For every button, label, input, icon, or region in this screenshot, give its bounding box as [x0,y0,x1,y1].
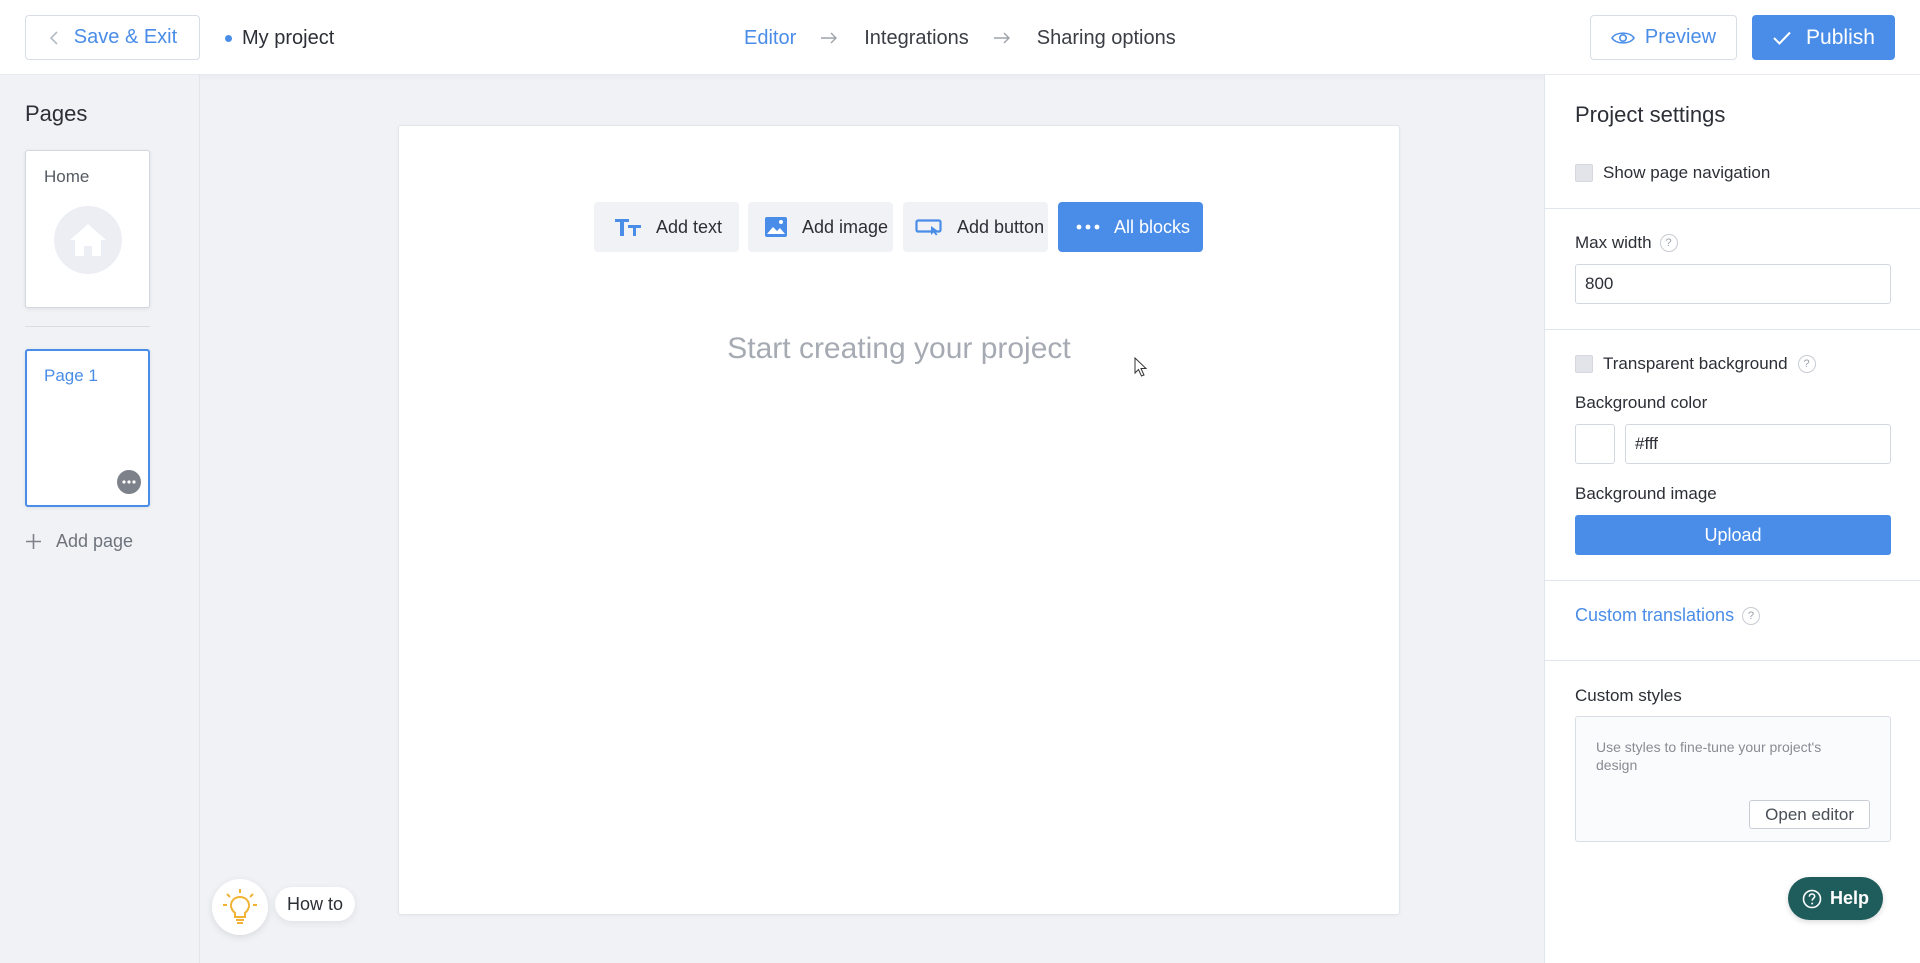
show-page-navigation-toggle[interactable]: Show page navigation [1575,163,1770,183]
how-to-button[interactable] [212,879,268,935]
transparent-bg-label: Transparent background [1603,354,1788,373]
add-button-button[interactable]: Add button [903,202,1048,252]
page-thumbnail-page-1[interactable]: Page 1 [25,349,150,507]
all-blocks-label: All blocks [1114,216,1191,237]
project-name: My project [225,26,334,50]
save-exit-label: Save & Exit [73,26,178,48]
help-button[interactable]: Help [1788,877,1883,920]
section-divider [1545,660,1920,661]
show-nav-label: Show page navigation [1603,163,1771,182]
page-thumbnail-label: Home [44,167,90,186]
check-icon [1773,31,1791,45]
help-label: Help [1829,888,1869,908]
project-name-label: My project [242,26,335,49]
transparent-bg-checkbox[interactable] [1575,355,1593,373]
add-button-label: Add button [957,216,1045,237]
background-color-swatch[interactable] [1575,424,1615,464]
add-page-button[interactable]: Add page [25,531,133,552]
project-settings-panel: Project settings Show page navigation Ma… [1544,75,1920,963]
add-page-label: Add page [56,531,134,551]
section-divider [1545,580,1920,581]
arrow-right-icon [821,32,838,44]
help-tooltip-icon[interactable]: ? [1659,234,1678,252]
custom-translations-label: Custom translations [1575,605,1735,625]
custom-styles-box: Use styles to fine-tune your project's d… [1575,716,1891,842]
project-canvas[interactable]: Add text Add image Add button All blocks… [398,125,1400,915]
all-blocks-button[interactable]: All blocks [1058,202,1203,252]
step-navigation: Editor Integrations Sharing options [744,26,1176,50]
plus-icon [26,534,41,549]
image-icon [765,217,787,237]
lightbulb-icon [223,889,257,924]
question-circle-icon [1802,889,1822,908]
canvas-placeholder: Start creating your project [727,332,1071,365]
button-icon [915,219,942,236]
how-to-label[interactable]: How to [275,887,356,921]
unsaved-dot-icon [225,34,232,42]
more-horizontal-icon [122,480,136,484]
add-image-label: Add image [802,216,889,237]
max-width-input[interactable] [1575,264,1891,304]
add-text-label: Add text [656,216,723,237]
custom-styles-description: Use styles to fine-tune your project's d… [1596,739,1822,773]
pages-divider [25,326,150,327]
show-nav-checkbox[interactable] [1575,164,1593,182]
background-image-label: Background image [1575,484,1717,503]
save-exit-button[interactable]: Save & Exit [25,15,200,60]
publish-label: Publish [1806,25,1875,49]
background-color-label: Background color [1575,393,1708,412]
add-image-button[interactable]: Add image [748,202,893,252]
publish-button[interactable]: Publish [1752,15,1895,60]
page-thumbnail-label: Page 1 [44,366,98,385]
home-icon [70,224,106,256]
background-color-input[interactable] [1625,424,1891,464]
step-sharing-options[interactable]: Sharing options [1037,27,1176,50]
page-menu-button[interactable] [117,470,141,494]
page-thumbnail-home[interactable]: Home [25,150,150,308]
help-tooltip-icon[interactable]: ? [1797,355,1816,373]
help-tooltip-icon[interactable]: ? [1742,606,1761,625]
custom-translations-link[interactable]: Custom translations ? [1575,605,1761,626]
preview-button[interactable]: Preview [1590,15,1737,60]
chevron-left-icon [49,30,58,45]
step-editor[interactable]: Editor [744,27,796,50]
arrow-right-icon [993,32,1010,44]
max-width-label: Max width ? [1575,233,1678,253]
eye-icon [1610,31,1635,44]
section-divider [1545,329,1920,330]
settings-title: Project settings [1575,102,1726,127]
open-editor-button[interactable]: Open editor [1749,800,1870,829]
top-bar: Save & Exit My project Editor Integratio… [0,0,1920,75]
preview-label: Preview [1644,26,1717,48]
custom-styles-label: Custom styles [1575,686,1682,705]
upload-button[interactable]: Upload [1575,515,1891,555]
pages-sidebar: Pages Home Page 1 Add page [0,75,200,963]
mouse-cursor-icon [1134,357,1148,377]
section-divider [1545,208,1920,209]
max-width-label-text: Max width [1575,233,1652,252]
pages-title: Pages [25,101,88,126]
more-icon [1076,224,1100,230]
home-page-badge [54,206,122,274]
step-integrations[interactable]: Integrations [864,27,969,50]
add-text-button[interactable]: Add text [594,202,739,252]
text-icon [615,219,641,236]
transparent-background-toggle[interactable]: Transparent background ? [1575,354,1816,374]
